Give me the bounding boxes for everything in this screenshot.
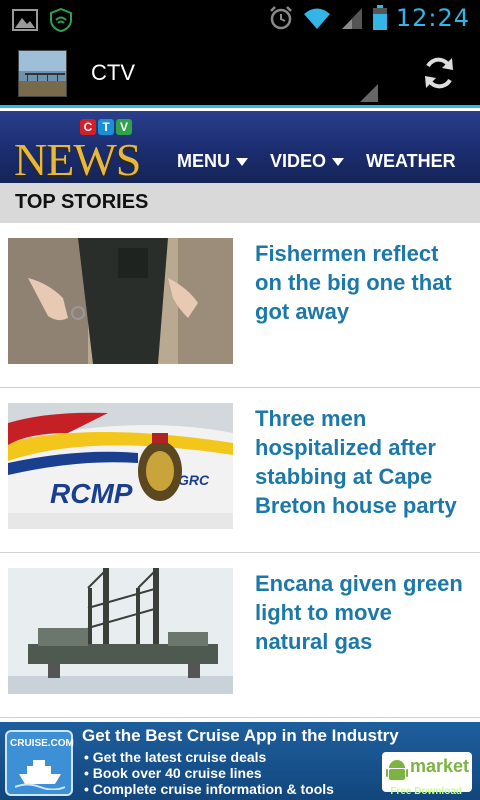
app-icon[interactable] <box>18 50 67 97</box>
story-item[interactable]: RCMP GRC Three men hospitalized after st… <box>0 388 480 553</box>
story-headline[interactable]: Fishermen reflect on the big one that go… <box>255 239 470 326</box>
main-nav: MENU VIDEO WEATHER <box>177 151 456 172</box>
status-bar: 12:24 <box>0 0 480 38</box>
action-bar: CTV <box>0 38 480 108</box>
refresh-icon[interactable] <box>420 54 458 92</box>
ad-bullet: Book over 40 cruise lines <box>84 765 334 781</box>
chevron-down-icon <box>332 157 345 166</box>
nav-video-label: VIDEO <box>270 151 327 171</box>
logo-word: NEWS <box>14 134 141 185</box>
ad-banner[interactable]: CRUISE.COM Get the Best Cruise App in th… <box>0 722 480 800</box>
wifi-icon <box>303 8 330 29</box>
spinner-indicator[interactable] <box>360 84 378 102</box>
svg-text:GRC: GRC <box>178 472 210 488</box>
ad-bullet: Get the latest cruise deals <box>84 749 334 765</box>
svg-text:RCMP: RCMP <box>50 478 133 509</box>
ad-bullet: Complete cruise information & tools <box>84 781 334 797</box>
rcmp-car-image[interactable]: RCMP GRC <box>8 403 233 529</box>
nav-menu-label: MENU <box>177 151 230 171</box>
shield-icon <box>50 8 72 32</box>
ad-logo-text: CRUISE.COM <box>10 738 74 749</box>
section-title: TOP STORIES <box>15 191 149 213</box>
section-header: TOP STORIES <box>0 183 480 223</box>
ship-icon <box>15 760 65 790</box>
nav-video[interactable]: VIDEO <box>270 151 345 172</box>
alarm-icon <box>269 6 292 30</box>
market-label: market <box>410 756 470 776</box>
app-title[interactable]: CTV <box>91 60 135 86</box>
battery-icon <box>372 5 387 30</box>
gas-rig-image[interactable] <box>8 568 233 694</box>
chevron-down-icon <box>236 157 248 166</box>
signal-icon <box>341 8 362 29</box>
fisherman-hands-image[interactable] <box>8 238 233 364</box>
nav-menu[interactable]: MENU <box>177 151 248 172</box>
ad-title: Get the Best Cruise App in the Industry <box>82 726 399 745</box>
story-item[interactable]: Encana given green light to move natural… <box>0 553 480 718</box>
story-item[interactable]: Fishermen reflect on the big one that go… <box>0 223 480 388</box>
nav-weather-label: WEATHER <box>366 151 456 171</box>
nav-weather[interactable]: WEATHER <box>366 151 456 172</box>
free-download-label: Free Download <box>390 786 462 797</box>
ad-bullets: Get the latest cruise deals Book over 40… <box>84 749 334 797</box>
cruise-logo: CRUISE.COM <box>5 730 74 796</box>
android-icon <box>386 760 408 780</box>
story-headline[interactable]: Encana given green light to move natural… <box>255 569 470 656</box>
ctv-news-logo[interactable]: C T V NEWS <box>12 115 141 185</box>
clock: 12:24 <box>395 4 470 32</box>
news-header: C T V NEWS MENU VIDEO WEATHER <box>0 111 480 185</box>
story-headline[interactable]: Three men hospitalized after stabbing at… <box>255 404 470 520</box>
picture-notification-icon <box>12 9 38 31</box>
